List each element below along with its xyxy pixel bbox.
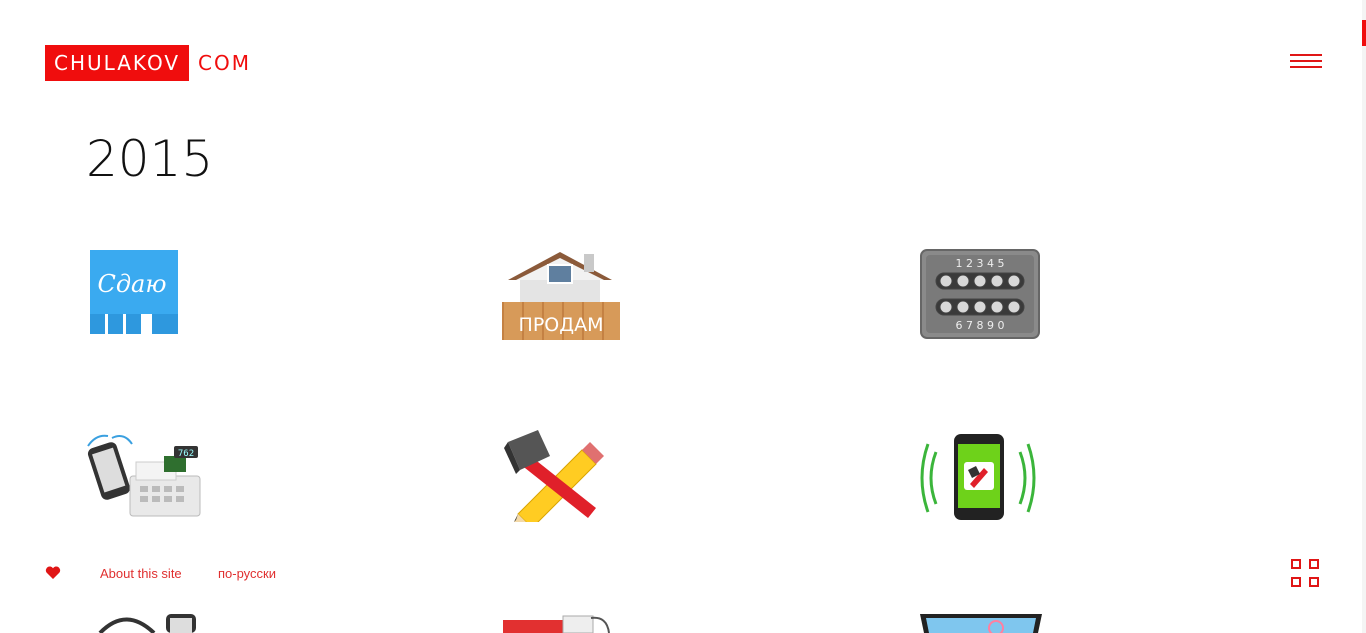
cash-register-icon: 762	[87, 434, 201, 517]
keypad-icon: 1 2 3 4 5 6 7 8 9 0	[920, 249, 1040, 339]
app-tile-tools[interactable]	[504, 430, 624, 522]
phone-signal-icon	[920, 434, 1036, 520]
house-sale-icon: ПРОДАМ	[502, 252, 620, 340]
heart-icon[interactable]	[45, 566, 61, 580]
site-logo[interactable]: CHULAKOV COM	[45, 45, 251, 81]
year-heading: 2015	[86, 130, 214, 188]
folder-icon	[503, 615, 610, 633]
about-link[interactable]: About this site	[100, 566, 182, 581]
russian-link[interactable]: по-русски	[218, 566, 276, 581]
scrollbar-thumb[interactable]	[1362, 20, 1366, 46]
hammer-pencil-icon	[504, 430, 604, 522]
fence-label: ПРОДАМ	[519, 314, 604, 336]
keypad-top-digits: 1 2 3 4 5	[956, 257, 1005, 270]
logo-domain: COM	[198, 51, 251, 75]
menu-icon[interactable]	[1290, 54, 1322, 70]
app-tile-phone[interactable]	[920, 432, 1038, 524]
app-tile-tablet[interactable]	[920, 612, 1042, 633]
keypad-bottom-digits: 6 7 8 9 0	[956, 319, 1005, 332]
app-tile-pos[interactable]: 762	[84, 432, 206, 524]
logo-box: CHULAKOV	[45, 45, 190, 81]
app-tile-code-lock[interactable]: 1 2 3 4 5 6 7 8 9 0	[920, 249, 1040, 339]
app-tile-sdayu[interactable]: Сдаю	[86, 248, 182, 340]
app-tile-headphones[interactable]	[96, 612, 206, 633]
app-tile-folder[interactable]	[503, 612, 613, 633]
sticky-note-icon: Сдаю	[90, 250, 178, 334]
headphones-phone-icon	[98, 614, 196, 633]
sticky-note-label: Сдаю	[97, 270, 166, 298]
tablet-icon	[920, 614, 1042, 633]
scrollbar-track[interactable]	[1362, 0, 1366, 633]
register-price: 762	[178, 449, 194, 459]
app-tile-prodam[interactable]: ПРОДАМ	[500, 250, 624, 342]
grid-view-icon[interactable]	[1291, 559, 1321, 589]
